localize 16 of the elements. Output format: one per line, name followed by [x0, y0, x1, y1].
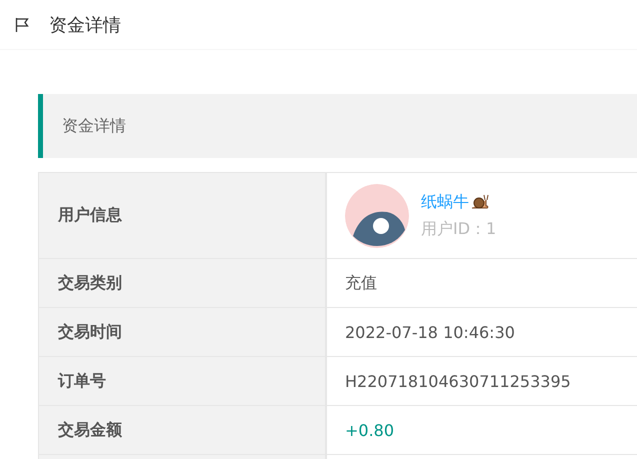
- page-title: 资金详情: [49, 14, 121, 36]
- user-name-link[interactable]: 纸蜗牛: [421, 192, 469, 212]
- field-label: 订单号: [39, 357, 327, 405]
- field-label: 交易金额: [39, 406, 327, 454]
- avatar: [345, 184, 409, 248]
- section-heading: 资金详情: [38, 94, 637, 158]
- field-value: 充值: [345, 272, 377, 294]
- field-label: 交易类别: [39, 259, 327, 307]
- field-label: 用户信息: [39, 173, 327, 258]
- field-value: H220718104630711253395: [345, 372, 571, 390]
- user-id: 用户ID：1: [421, 218, 496, 240]
- field-value: 2022-07-18 10:46:30: [345, 322, 515, 342]
- amount-value: +0.80: [345, 420, 394, 440]
- flag-icon: [15, 16, 29, 32]
- snail-icon: [471, 194, 489, 210]
- field-label: 交易时间: [39, 308, 327, 356]
